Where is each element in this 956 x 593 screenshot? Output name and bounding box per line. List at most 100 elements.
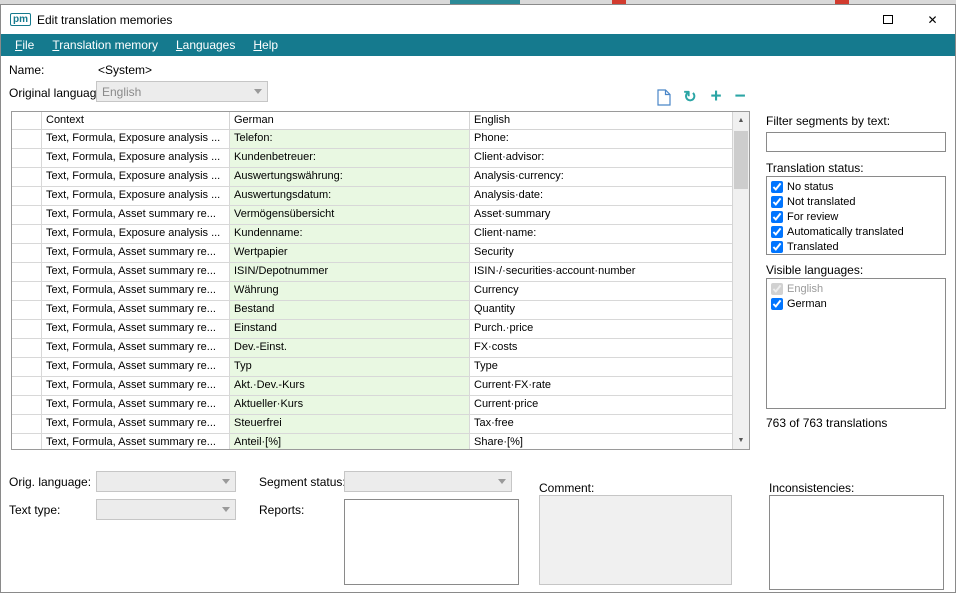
status-item-not-translated[interactable]: Not translated <box>771 194 941 209</box>
table-row[interactable]: Text, Formula, Exposure analysis ...Ausw… <box>12 168 732 187</box>
row-selector[interactable] <box>12 263 42 282</box>
menu-item-translation-memory[interactable]: Translation memory <box>43 34 167 56</box>
row-selector[interactable] <box>12 320 42 339</box>
menu-item-help[interactable]: Help <box>244 34 287 56</box>
german-cell[interactable]: Typ <box>230 358 470 377</box>
english-cell[interactable]: Purch.·price <box>470 320 732 339</box>
context-cell[interactable]: Text, Formula, Asset summary re... <box>42 301 230 320</box>
table-row[interactable]: Text, Formula, Asset summary re...Vermög… <box>12 206 732 225</box>
remove-button[interactable]: − <box>729 87 751 107</box>
table-row[interactable]: Text, Formula, Exposure analysis ...Ausw… <box>12 187 732 206</box>
context-cell[interactable]: Text, Formula, Exposure analysis ... <box>42 149 230 168</box>
table-row[interactable]: Text, Formula, Asset summary re...Bestan… <box>12 301 732 320</box>
scrollbar-thumb[interactable] <box>734 131 748 189</box>
checkbox[interactable] <box>771 241 783 253</box>
row-selector[interactable] <box>12 396 42 415</box>
table-row[interactable]: Text, Formula, Asset summary re...Dev.-E… <box>12 339 732 358</box>
scroll-down-icon[interactable]: ▼ <box>733 432 749 449</box>
context-cell[interactable]: Text, Formula, Asset summary re... <box>42 434 230 449</box>
status-item-for-review[interactable]: For review <box>771 209 941 224</box>
checkbox[interactable] <box>771 196 783 208</box>
german-cell[interactable]: Wertpapier <box>230 244 470 263</box>
table-row[interactable]: Text, Formula, Exposure analysis ...Tele… <box>12 130 732 149</box>
title-bar[interactable]: pm Edit translation memories ✕ <box>1 5 955 34</box>
german-cell[interactable]: Vermögensübersicht <box>230 206 470 225</box>
german-cell[interactable]: Bestand <box>230 301 470 320</box>
inconsistencies-list[interactable] <box>769 495 944 590</box>
row-selector[interactable] <box>12 244 42 263</box>
row-selector[interactable] <box>12 225 42 244</box>
reports-list[interactable] <box>344 499 519 585</box>
text-type-select[interactable] <box>96 499 236 520</box>
table-row[interactable]: Text, Formula, Asset summary re...Steuer… <box>12 415 732 434</box>
row-selector[interactable] <box>12 358 42 377</box>
german-cell[interactable]: Steuerfrei <box>230 415 470 434</box>
table-row[interactable]: Text, Formula, Asset summary re...ISIN/D… <box>12 263 732 282</box>
context-cell[interactable]: Text, Formula, Exposure analysis ... <box>42 168 230 187</box>
german-cell[interactable]: Auswertungswährung: <box>230 168 470 187</box>
english-cell[interactable]: Analysis·date: <box>470 187 732 206</box>
german-cell[interactable]: Auswertungsdatum: <box>230 187 470 206</box>
german-cell[interactable]: Kundenname: <box>230 225 470 244</box>
filter-input[interactable] <box>766 132 946 152</box>
menu-item-file[interactable]: File <box>6 34 43 56</box>
table-row[interactable]: Text, Formula, Asset summary re...Akt.·D… <box>12 377 732 396</box>
context-cell[interactable]: Text, Formula, Asset summary re... <box>42 206 230 225</box>
table-row[interactable]: Text, Formula, Asset summary re...Einsta… <box>12 320 732 339</box>
german-cell[interactable]: Dev.-Einst. <box>230 339 470 358</box>
table-row[interactable]: Text, Formula, Asset summary re...TypTyp… <box>12 358 732 377</box>
row-selector[interactable] <box>12 149 42 168</box>
english-cell[interactable]: Phone: <box>470 130 732 149</box>
context-cell[interactable]: Text, Formula, Asset summary re... <box>42 320 230 339</box>
context-cell[interactable]: Text, Formula, Asset summary re... <box>42 396 230 415</box>
scroll-up-icon[interactable]: ▲ <box>733 112 749 129</box>
context-cell[interactable]: Text, Formula, Exposure analysis ... <box>42 225 230 244</box>
close-button[interactable]: ✕ <box>910 5 955 34</box>
checkbox[interactable] <box>771 181 783 193</box>
row-selector[interactable] <box>12 301 42 320</box>
table-row[interactable]: Text, Formula, Asset summary re...Wertpa… <box>12 244 732 263</box>
checkbox[interactable] <box>771 226 783 238</box>
row-selector[interactable] <box>12 187 42 206</box>
german-cell[interactable]: Währung <box>230 282 470 301</box>
column-header-context[interactable]: Context <box>42 112 230 129</box>
table-row[interactable]: Text, Formula, Asset summary re...Währun… <box>12 282 732 301</box>
segment-status-select[interactable] <box>344 471 512 492</box>
context-cell[interactable]: Text, Formula, Asset summary re... <box>42 377 230 396</box>
english-cell[interactable]: Tax·free <box>470 415 732 434</box>
language-item-english[interactable]: English <box>771 281 941 296</box>
english-cell[interactable]: Current·FX·rate <box>470 377 732 396</box>
german-cell[interactable]: Einstand <box>230 320 470 339</box>
english-cell[interactable]: FX·costs <box>470 339 732 358</box>
column-header-german[interactable]: German <box>230 112 470 129</box>
add-button[interactable]: + <box>705 87 727 107</box>
status-item-translated[interactable]: Translated <box>771 239 941 254</box>
row-selector[interactable] <box>12 130 42 149</box>
checkbox[interactable] <box>771 298 783 310</box>
english-cell[interactable]: Security <box>470 244 732 263</box>
english-cell[interactable]: Analysis·currency: <box>470 168 732 187</box>
german-cell[interactable]: Anteil·[%] <box>230 434 470 449</box>
status-item-automatically-translated[interactable]: Automatically translated <box>771 224 941 239</box>
english-cell[interactable]: Quantity <box>470 301 732 320</box>
table-row[interactable]: Text, Formula, Asset summary re...Anteil… <box>12 434 732 449</box>
original-language-select[interactable]: English <box>96 81 268 102</box>
checkbox[interactable] <box>771 283 783 295</box>
german-cell[interactable]: Aktueller·Kurs <box>230 396 470 415</box>
context-cell[interactable]: Text, Formula, Asset summary re... <box>42 358 230 377</box>
context-cell[interactable]: Text, Formula, Asset summary re... <box>42 244 230 263</box>
english-cell[interactable]: Client·advisor: <box>470 149 732 168</box>
german-cell[interactable]: Telefon: <box>230 130 470 149</box>
english-cell[interactable]: Currency <box>470 282 732 301</box>
german-cell[interactable]: ISIN/Depotnummer <box>230 263 470 282</box>
context-cell[interactable]: Text, Formula, Asset summary re... <box>42 415 230 434</box>
english-cell[interactable]: Share·[%] <box>470 434 732 449</box>
refresh-button[interactable]: ↻ <box>679 87 701 107</box>
language-item-german[interactable]: German <box>771 296 941 311</box>
table-row[interactable]: Text, Formula, Asset summary re...Aktuel… <box>12 396 732 415</box>
column-header-english[interactable]: English <box>470 112 732 129</box>
new-entry-button[interactable] <box>653 87 675 107</box>
orig-language-select[interactable] <box>96 471 236 492</box>
row-selector[interactable] <box>12 415 42 434</box>
row-selector[interactable] <box>12 282 42 301</box>
